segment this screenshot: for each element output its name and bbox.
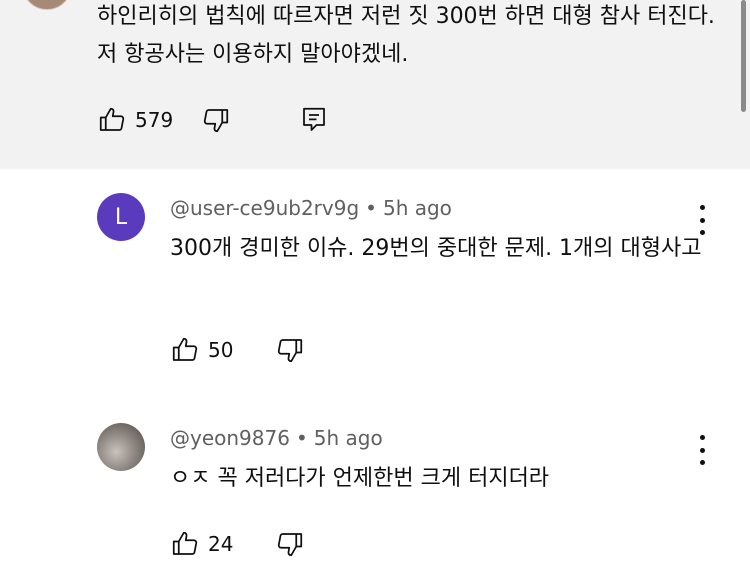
- more-vertical-icon-dot: [699, 217, 705, 223]
- comment-actions: 24: [170, 529, 305, 559]
- reply-comment: @yeon9876 • 5h ago ㅇㅈ 꼭 저러다가 언제한번 크게 터지더라 …: [0, 399, 750, 564]
- dislike-button[interactable]: [275, 335, 305, 365]
- thumbs-down-icon: [201, 105, 231, 135]
- reply-button[interactable]: [299, 105, 329, 135]
- avatar[interactable]: [97, 423, 145, 471]
- like-count: 50: [208, 338, 234, 362]
- comment-text: ㅇㅈ 꼭 저러다가 언제한번 크게 터지더라: [170, 466, 550, 491]
- thumbs-down-icon: [275, 335, 305, 365]
- timestamp[interactable]: 5h ago: [383, 196, 452, 220]
- reply-comment: L @user-ce9ub2rv9g • 5h ago 300개 경미한 이슈. 2…: [0, 169, 750, 399]
- comment-actions: 579: [97, 105, 329, 135]
- avatar[interactable]: [22, 0, 72, 10]
- comment-meta: @yeon9876 • 5h ago: [170, 426, 383, 450]
- dislike-button[interactable]: [201, 105, 231, 135]
- timestamp[interactable]: 5h ago: [314, 426, 383, 450]
- highlighted-comment: 하인리히의 법칙에 따르자면 저런 짓 300번 하면 대형 참사 터진다. 저…: [0, 0, 750, 169]
- comment-text: 300개 경미한 이슈. 29번의 중대한 문제. 1개의 대형사고: [170, 236, 702, 261]
- like-count: 24: [208, 532, 234, 556]
- separator: •: [295, 426, 308, 450]
- avatar[interactable]: L: [97, 193, 145, 241]
- thumbs-up-icon: [170, 335, 200, 365]
- more-vertical-icon-dot: [699, 447, 705, 453]
- more-vertical-icon: [699, 205, 705, 210]
- like-button[interactable]: 24: [170, 529, 233, 559]
- comment-actions: 50: [170, 335, 305, 365]
- thumbs-up-icon: [97, 105, 127, 135]
- scrollbar[interactable]: [741, 0, 746, 112]
- like-count: 579: [135, 108, 174, 132]
- comment-meta: @user-ce9ub2rv9g • 5h ago: [170, 196, 452, 220]
- author-name[interactable]: @yeon9876: [170, 426, 290, 450]
- separator: •: [365, 196, 377, 220]
- comment-text: 하인리히의 법칙에 따르자면 저런 짓 300번 하면 대형 참사 터진다. 저…: [97, 4, 715, 67]
- author-name[interactable]: @user-ce9ub2rv9g: [170, 196, 359, 220]
- thumbs-down-icon: [275, 529, 305, 559]
- like-button[interactable]: 50: [170, 335, 233, 365]
- like-button[interactable]: 579: [97, 105, 173, 135]
- more-vertical-icon: [699, 435, 705, 440]
- thumbs-up-icon: [170, 529, 200, 559]
- reply-icon: [299, 105, 329, 135]
- dislike-button[interactable]: [275, 529, 305, 559]
